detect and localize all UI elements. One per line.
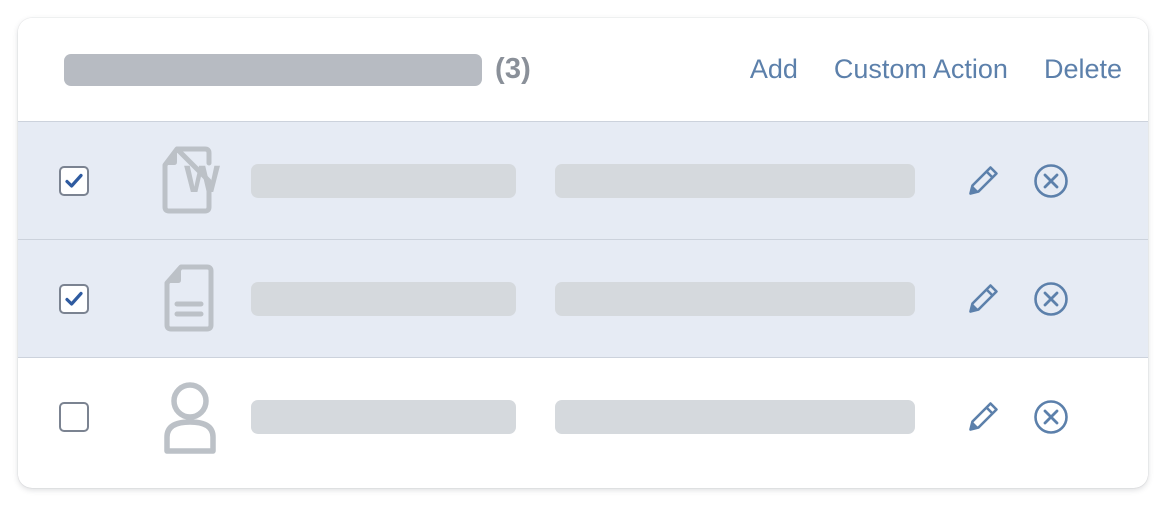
edit-row-button[interactable] [963,279,1003,319]
row-tools-cell [963,161,1148,201]
edit-row-button[interactable] [963,161,1003,201]
row-checkbox-cell [18,165,130,196]
row-primary-placeholder-bar [251,163,516,198]
edit-icon [969,283,998,313]
row-primary-placeholder-bar [251,281,516,316]
row-checkbox-cell [18,283,130,314]
row-checkbox-unchecked[interactable] [59,402,89,432]
word-document-icon: W [162,146,220,213]
remove-circle-icon [1034,400,1068,434]
text-document-icon [164,264,214,331]
remove-circle-icon [1034,163,1068,198]
row-secondary-placeholder-bar [555,281,915,316]
remove-row-button[interactable] [1031,279,1071,319]
row-checkbox-checked[interactable] [59,165,89,196]
table-row[interactable]: W [18,122,1148,240]
check-icon [65,291,83,306]
svg-text:W: W [184,159,220,201]
row-secondary-placeholder-bar [555,163,915,198]
add-button[interactable]: Add [750,56,798,83]
row-content-cell [250,400,963,434]
edit-icon [969,402,998,431]
row-secondary-placeholder-bar [555,400,915,434]
row-type-icon-cell: W [130,145,250,217]
header-actions: Add Custom Action Delete [750,56,1122,83]
table-row[interactable] [18,240,1148,358]
edit-icon [969,165,998,195]
row-content-cell [250,163,963,198]
custom-action-button[interactable]: Custom Action [834,56,1008,83]
table-row[interactable] [18,358,1148,476]
row-type-icon-cell [130,379,250,455]
row-content-cell [250,281,963,316]
row-primary-placeholder-bar [251,400,516,434]
remove-row-button[interactable] [1031,397,1071,437]
delete-button[interactable]: Delete [1044,56,1122,83]
row-tools-cell [963,397,1148,437]
list-card: (3) Add Custom Action Delete W [18,18,1148,488]
person-icon [164,382,216,454]
remove-row-button[interactable] [1031,161,1071,201]
item-count: (3) [495,53,532,85]
edit-row-button[interactable] [963,397,1003,437]
row-tools-cell [963,279,1148,319]
title-placeholder-bar [64,53,482,86]
check-icon [65,173,83,188]
title-group: (3) [64,53,532,86]
remove-circle-icon [1034,281,1068,316]
card-header: (3) Add Custom Action Delete [18,18,1148,122]
row-type-icon-cell [130,263,250,335]
row-checkbox-checked[interactable] [59,283,89,314]
row-checkbox-cell [18,402,130,432]
